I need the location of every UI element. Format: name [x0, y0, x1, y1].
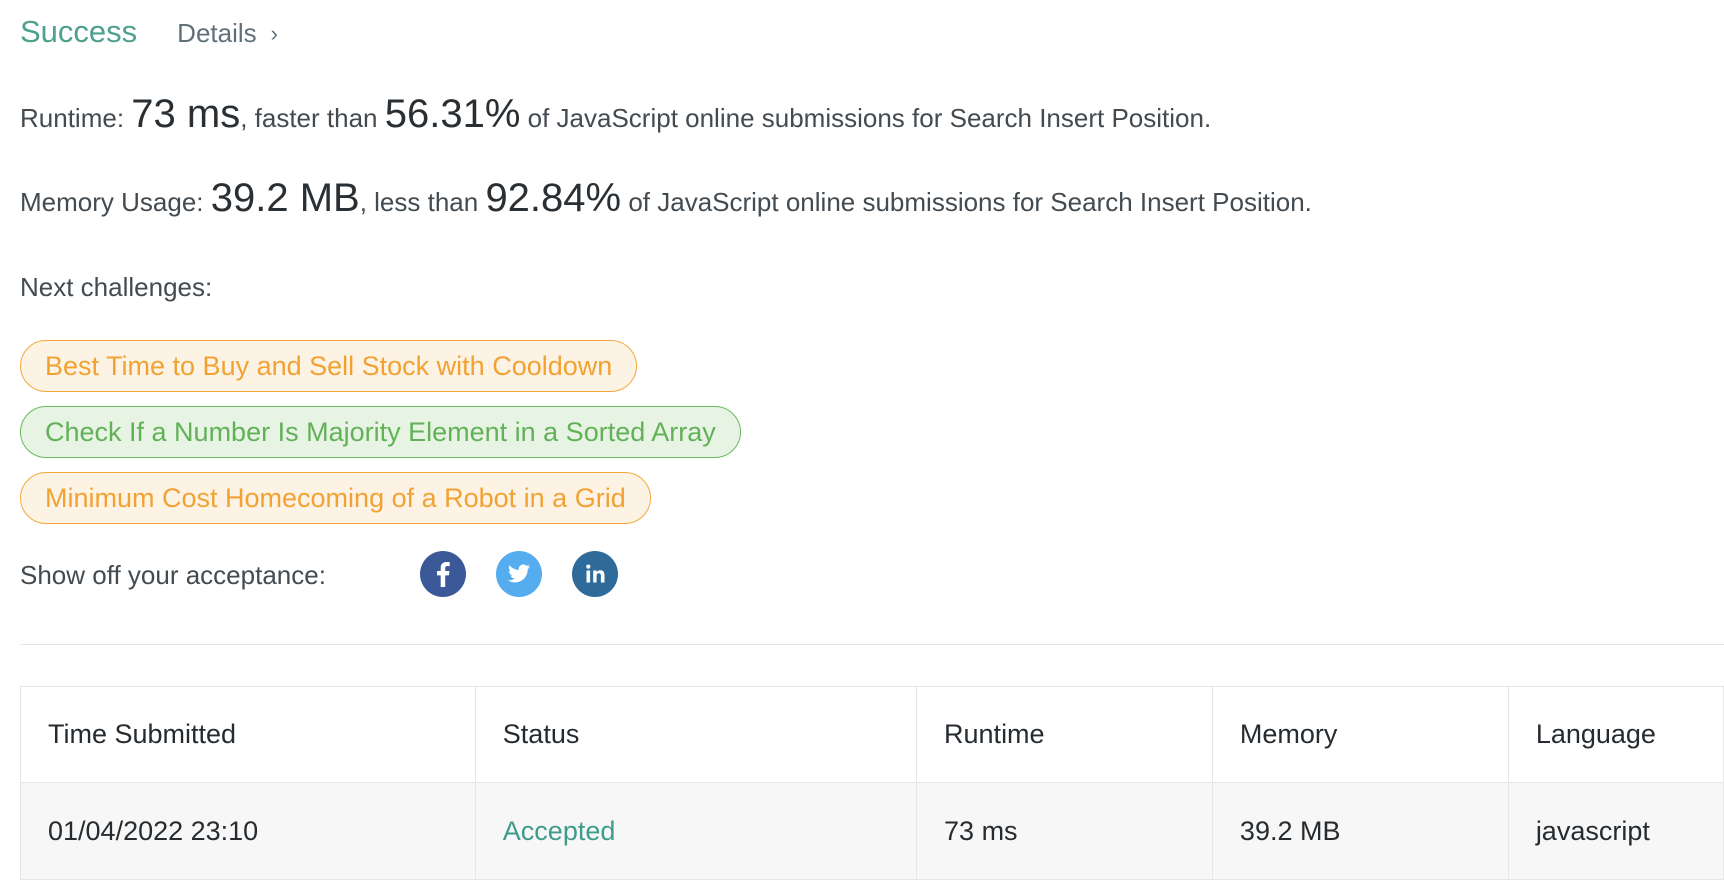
column-header-time-submitted: Time Submitted [20, 686, 476, 783]
runtime-summary: Runtime: 73 ms, faster than 56.31% of Ja… [20, 92, 1211, 137]
memory-label: Memory Usage: [20, 187, 211, 217]
twitter-share-button[interactable] [496, 551, 542, 597]
runtime-comparison: , faster than [240, 103, 385, 133]
memory-value: 39.2 MB [210, 176, 360, 220]
runtime-suffix: of JavaScript online submissions for Sea… [520, 103, 1212, 133]
result-header: Success Details › [20, 14, 278, 50]
twitter-icon [508, 564, 530, 583]
cell-runtime: 73 ms [916, 782, 1213, 880]
memory-comparison: , less than [359, 187, 486, 217]
linkedin-icon [586, 564, 605, 583]
runtime-percentile: 56.31% [384, 92, 521, 136]
details-label: Details [177, 18, 257, 48]
linkedin-share-button[interactable] [572, 551, 618, 597]
table-row: 01/04/2022 23:10 Accepted 73 ms 39.2 MB … [20, 782, 1724, 880]
submissions-table: Time Submitted Status Runtime Memory Lan… [20, 686, 1724, 880]
share-label: Show off your acceptance: [20, 560, 326, 590]
column-header-status: Status [474, 686, 918, 783]
facebook-icon [437, 562, 450, 587]
column-header-memory: Memory [1211, 686, 1509, 783]
status-accepted-link[interactable]: Accepted [503, 816, 616, 846]
submission-result-page: Success Details › Runtime: 73 ms, faster… [0, 0, 1724, 882]
table-header-row: Time Submitted Status Runtime Memory Lan… [20, 686, 1724, 783]
result-status-title: Success [20, 14, 138, 49]
memory-summary: Memory Usage: 39.2 MB, less than 92.84% … [20, 176, 1312, 221]
details-link[interactable]: Details › [177, 18, 278, 49]
cell-status: Accepted [474, 782, 918, 880]
cell-language: javascript [1507, 782, 1724, 880]
cell-memory: 39.2 MB [1211, 782, 1509, 880]
next-challenge-chip[interactable]: Check If a Number Is Majority Element in… [20, 406, 741, 458]
column-header-runtime: Runtime [916, 686, 1213, 783]
next-challenge-chip[interactable]: Best Time to Buy and Sell Stock with Coo… [20, 340, 638, 392]
column-header-language: Language [1507, 686, 1724, 783]
next-challenge-chip[interactable]: Minimum Cost Homecoming of a Robot in a … [20, 472, 651, 524]
runtime-value: 73 ms [131, 92, 241, 136]
section-divider [20, 644, 1724, 645]
chevron-right-icon: › [270, 20, 278, 46]
runtime-label: Runtime: [20, 103, 132, 133]
facebook-share-button[interactable] [420, 551, 466, 597]
memory-percentile: 92.84% [485, 176, 622, 220]
next-challenges-label: Next challenges: [20, 272, 213, 302]
memory-suffix: of JavaScript online submissions for Sea… [621, 187, 1312, 217]
cell-time-submitted: 01/04/2022 23:10 [20, 782, 476, 880]
